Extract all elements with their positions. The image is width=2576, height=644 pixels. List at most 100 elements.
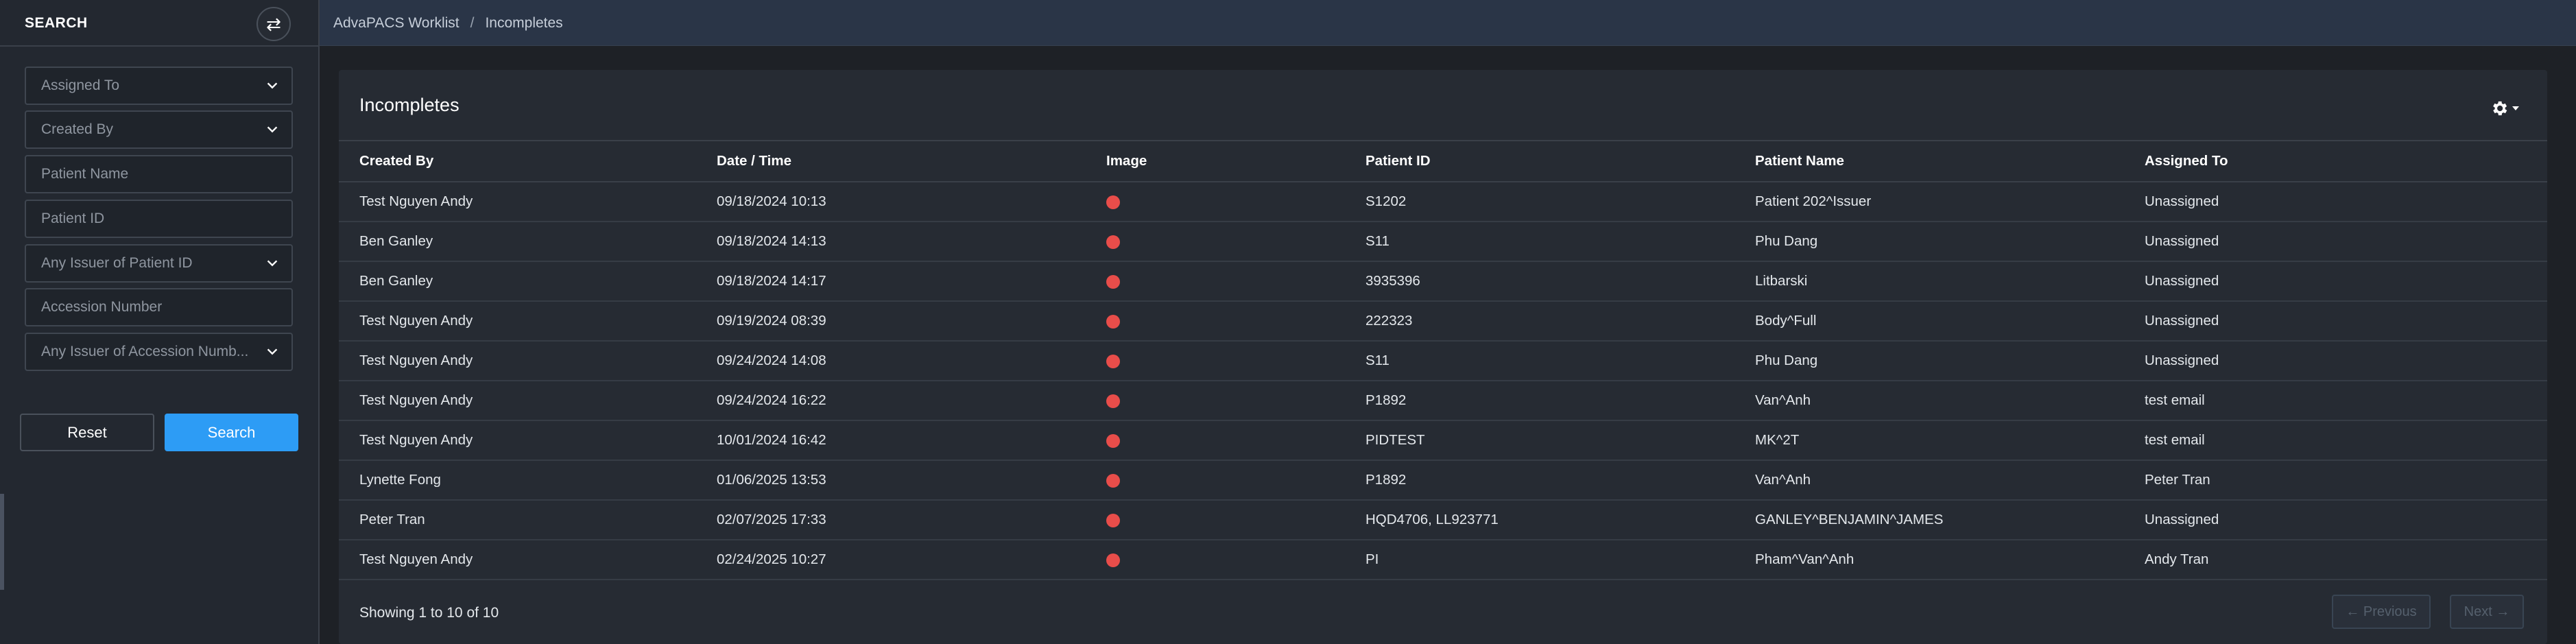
- patient-id-cell: HQD4706, LL923771: [1365, 500, 1755, 540]
- previous-page-button[interactable]: ← Previous: [2332, 595, 2431, 629]
- assigned-to-cell: test email: [2145, 381, 2547, 421]
- image-status-dot-icon: [1106, 195, 1120, 209]
- pagination-summary: Showing 1 to 10 of 10: [359, 605, 499, 621]
- issuer-of-patient-id-select[interactable]: Any Issuer of Patient ID: [25, 244, 293, 283]
- chevron-down-icon: [257, 248, 287, 278]
- date-time-cell: 09/18/2024 14:13: [717, 222, 1106, 262]
- table-row[interactable]: Test Nguyen Andy 09/24/2024 16:22 P1892 Van…: [339, 381, 2547, 421]
- image-status-dot-icon: [1106, 513, 1120, 527]
- date-time-cell: 01/06/2025 13:53: [717, 460, 1106, 501]
- next-page-button[interactable]: Next →: [2450, 595, 2524, 629]
- assigned-to-cell: Peter Tran: [2145, 460, 2547, 501]
- table-row[interactable]: Lynette Fong 01/06/2025 13:53 P1892 Van^Anh…: [339, 460, 2547, 501]
- chevron-down-icon: [257, 337, 287, 367]
- image-status-cell: [1106, 500, 1365, 540]
- date-time-cell: 09/24/2024 16:22: [717, 381, 1106, 421]
- created-by-cell: Peter Tran: [339, 500, 717, 540]
- date-time-cell: 10/01/2024 16:42: [717, 420, 1106, 461]
- image-status-dot-icon: [1106, 235, 1120, 249]
- table-row[interactable]: Ben Ganley 09/18/2024 14:17 3935396 Litbars…: [339, 261, 2547, 302]
- image-status-dot-icon: [1106, 394, 1120, 408]
- search-sidebar: SEARCH ⇄ Assigned To Created By Patient …: [0, 0, 320, 644]
- breadcrumb-separator: /: [470, 15, 475, 31]
- date-time-cell: 09/18/2024 10:13: [717, 182, 1106, 222]
- column-header-patient-id[interactable]: Patient ID: [1365, 141, 1755, 182]
- table-row[interactable]: Test Nguyen Andy 09/18/2024 10:13 S1202 Pat…: [339, 182, 2547, 222]
- created-by-cell: Lynette Fong: [339, 460, 717, 501]
- created-by-placeholder: Created By: [41, 121, 114, 137]
- image-status-cell: [1106, 460, 1365, 501]
- image-status-cell: [1106, 222, 1365, 262]
- accession-number-placeholder: Accession Number: [41, 299, 163, 315]
- image-status-cell: [1106, 301, 1365, 342]
- image-status-dot-icon: [1106, 354, 1120, 368]
- created-by-cell: Test Nguyen Andy: [339, 420, 717, 461]
- image-status-cell: [1106, 420, 1365, 461]
- column-header-assigned-to[interactable]: Assigned To: [2145, 141, 2547, 182]
- incompletes-panel: Incompletes Created By Date / Time Image…: [339, 70, 2547, 644]
- patient-name-cell: Body^Full: [1755, 301, 2145, 342]
- assigned-to-cell: Unassigned: [2145, 500, 2547, 540]
- date-time-cell: 09/24/2024 14:08: [717, 341, 1106, 381]
- breadcrumb: AdvaPACS Worklist / Incompletes: [333, 15, 563, 32]
- assigned-to-cell: Unassigned: [2145, 261, 2547, 302]
- issuer-of-patient-id-placeholder: Any Issuer of Patient ID: [41, 255, 193, 271]
- column-header-created-by[interactable]: Created By: [339, 141, 717, 182]
- table-row[interactable]: Test Nguyen Andy 10/01/2024 16:42 PIDTEST M…: [339, 420, 2547, 461]
- patient-id-cell: S11: [1365, 341, 1755, 381]
- column-header-date-time[interactable]: Date / Time: [717, 141, 1106, 182]
- sidebar-header: SEARCH ⇄: [0, 0, 318, 47]
- patient-id-input[interactable]: Patient ID: [25, 200, 293, 238]
- patient-name-cell: Pham^Van^Anh: [1755, 540, 2145, 580]
- settings-dropdown-button[interactable]: [2490, 97, 2531, 122]
- reset-button[interactable]: Reset: [20, 414, 154, 451]
- created-by-cell: Test Nguyen Andy: [339, 301, 717, 342]
- patient-id-cell: S1202: [1365, 182, 1755, 222]
- caret-down-icon: [2512, 104, 2520, 116]
- issuer-of-accession-number-placeholder: Any Issuer of Accession Numb...: [41, 344, 249, 359]
- table-row[interactable]: Test Nguyen Andy 09/19/2024 08:39 222323 Bo…: [339, 301, 2547, 342]
- image-status-dot-icon: [1106, 473, 1120, 488]
- patient-name-cell: GANLEY^BENJAMIN^JAMES: [1755, 500, 2145, 540]
- sidebar-title: SEARCH: [25, 15, 88, 31]
- image-status-dot-icon: [1106, 433, 1120, 448]
- patient-name-cell: Van^Anh: [1755, 381, 2145, 421]
- created-by-select[interactable]: Created By: [25, 110, 293, 149]
- patient-name-cell: MK^2T: [1755, 420, 2145, 461]
- column-header-patient-name[interactable]: Patient Name: [1755, 141, 2145, 182]
- column-header-image[interactable]: Image: [1106, 141, 1365, 182]
- patient-id-cell: PIDTEST: [1365, 420, 1755, 461]
- patient-id-cell: P1892: [1365, 381, 1755, 421]
- patient-name-cell: Litbarski: [1755, 261, 2145, 302]
- table-row[interactable]: Ben Ganley 09/18/2024 14:13 S11 Phu Dang Una…: [339, 222, 2547, 262]
- assigned-to-select[interactable]: Assigned To: [25, 67, 293, 105]
- breadcrumb-root-link[interactable]: AdvaPACS Worklist: [333, 15, 460, 32]
- created-by-cell: Ben Ganley: [339, 261, 717, 302]
- date-time-cell: 02/24/2025 10:27: [717, 540, 1106, 580]
- created-by-cell: Test Nguyen Andy: [339, 540, 717, 580]
- date-time-cell: 02/07/2025 17:33: [717, 500, 1106, 540]
- image-status-dot-icon: [1106, 274, 1120, 289]
- assigned-to-cell: Unassigned: [2145, 222, 2547, 262]
- image-status-cell: [1106, 381, 1365, 421]
- image-status-cell: [1106, 182, 1365, 222]
- created-by-cell: Test Nguyen Andy: [339, 341, 717, 381]
- table-row[interactable]: Test Nguyen Andy 09/24/2024 14:08 S11 Phu D…: [339, 341, 2547, 381]
- patient-id-cell: 222323: [1365, 301, 1755, 342]
- patient-name-placeholder: Patient Name: [41, 166, 129, 182]
- sidebar-scrollbar[interactable]: [0, 494, 4, 590]
- patient-name-input[interactable]: Patient Name: [25, 155, 293, 193]
- assigned-to-cell: Unassigned: [2145, 341, 2547, 381]
- search-button[interactable]: Search: [165, 414, 298, 451]
- swap-horizontal-button[interactable]: ⇄: [257, 7, 291, 41]
- breadcrumb-current: Incompletes: [485, 15, 563, 31]
- patient-id-cell: PI: [1365, 540, 1755, 580]
- created-by-cell: Test Nguyen Andy: [339, 182, 717, 222]
- table-row[interactable]: Peter Tran 02/07/2025 17:33 HQD4706, LL923…: [339, 500, 2547, 540]
- accession-number-input[interactable]: Accession Number: [25, 288, 293, 326]
- issuer-of-accession-number-select[interactable]: Any Issuer of Accession Numb...: [25, 333, 293, 371]
- image-status-cell: [1106, 540, 1365, 580]
- patient-id-cell: P1892: [1365, 460, 1755, 501]
- assigned-to-cell: Andy Tran: [2145, 540, 2547, 580]
- table-row[interactable]: Test Nguyen Andy 02/24/2025 10:27 PI Pham^V…: [339, 540, 2547, 580]
